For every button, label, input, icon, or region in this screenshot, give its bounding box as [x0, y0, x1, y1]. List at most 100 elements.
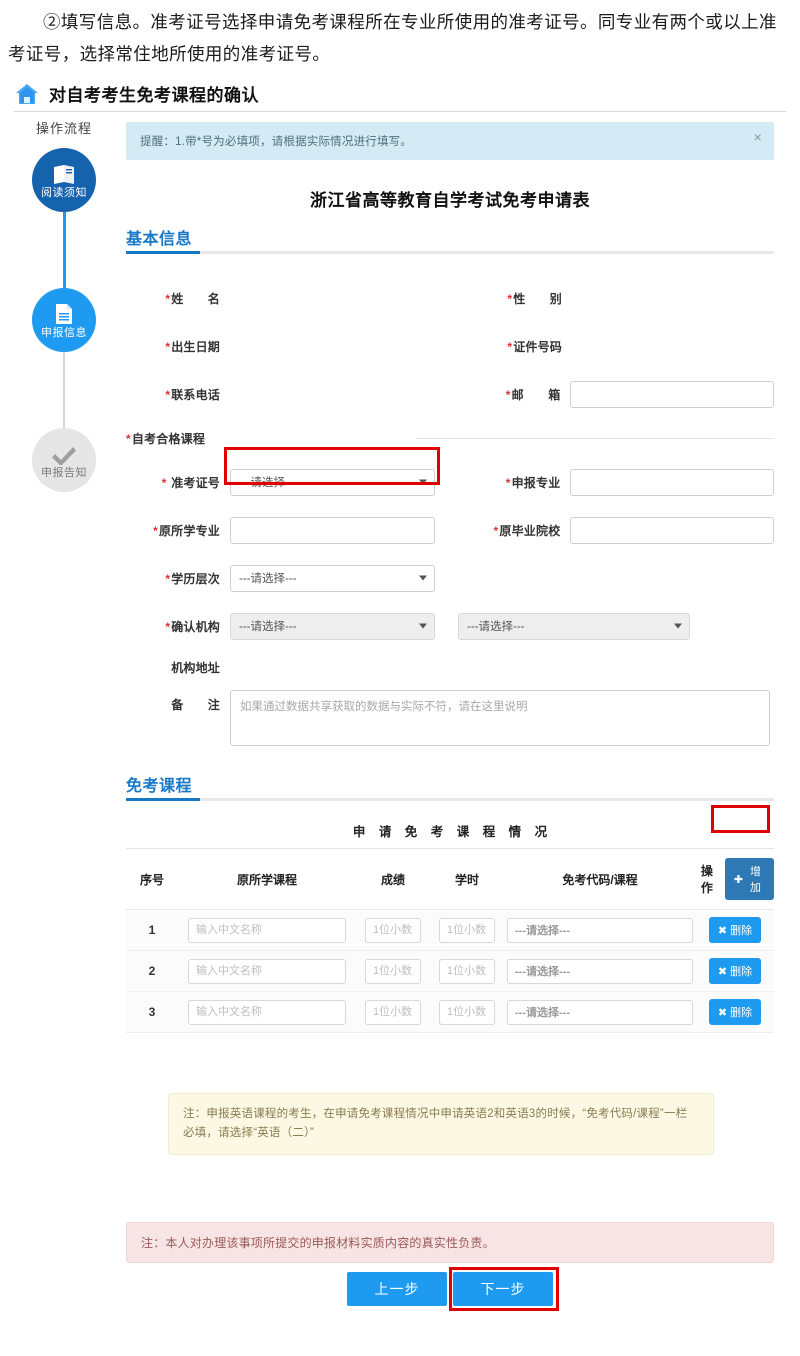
- page-title: 对自考考生免考课程的确认: [49, 86, 259, 105]
- original-school-input[interactable]: [570, 516, 774, 544]
- label-original-school-text: 原毕业院校: [499, 523, 561, 538]
- exempt-courses-table: 序号 原所学课程 成绩 学时 免考代码/课程 操作 ✚ 增加 1 输入中文名称 …: [126, 848, 774, 1033]
- label-apply-major-text: 申报专业: [511, 475, 561, 490]
- add-row-label: 增加: [750, 866, 762, 894]
- required-mark: *: [165, 387, 171, 402]
- intro-paragraph: ②填写信息。准考证号选择申请免考课程所在专业所使用的准考证号。同专业有两个或以上…: [0, 6, 800, 70]
- add-row-button[interactable]: ✚ 增加: [724, 858, 774, 900]
- cell-row-no: 3: [126, 991, 178, 1033]
- course-name-input[interactable]: [188, 917, 346, 943]
- label-exam-ticket-text: 准考证号: [171, 475, 220, 490]
- cell-exempt-code: ---请选择---: [504, 950, 696, 992]
- label-exam-ticket: * 准考证号: [126, 474, 230, 491]
- section-underline-active: [126, 798, 200, 801]
- score-input[interactable]: [365, 958, 421, 984]
- original-major-input[interactable]: [230, 516, 435, 544]
- delete-row-button[interactable]: ✖ 删除: [708, 917, 762, 943]
- app-header: 对自考考生免考课程的确认: [14, 76, 786, 112]
- label-org-address: 机构地址: [171, 660, 220, 675]
- chevron-down-icon: [419, 479, 427, 485]
- email-input[interactable]: [570, 380, 774, 408]
- required-mark: *: [165, 339, 171, 354]
- form-row-education-level: *学历层次 ---请选择---: [126, 554, 774, 602]
- next-step-button[interactable]: 下一步: [453, 1272, 553, 1306]
- score-input[interactable]: [365, 999, 421, 1025]
- label-gender-text: 性 别: [513, 291, 562, 306]
- section-underline-active: [126, 251, 200, 254]
- navigation-buttons: 上一步 下一步: [126, 1272, 774, 1306]
- confirm-org-select-primary[interactable]: ---请选择---: [230, 612, 435, 640]
- cell-operation: ✖ 删除: [696, 950, 774, 992]
- exam-ticket-select[interactable]: ---请选择---: [230, 468, 435, 496]
- flow-step-declare-info[interactable]: 申报信息: [8, 288, 120, 428]
- label-name-text: 姓 名: [171, 291, 220, 306]
- field-email: *邮 箱: [474, 380, 774, 408]
- exam-ticket-select-value: ---请选择---: [239, 477, 297, 489]
- reminder-text: 提醒：1.带*号为必填项，请根据实际情况进行填写。: [140, 136, 413, 148]
- required-mark: *: [165, 619, 171, 634]
- flow-step-circle: 申报告知: [32, 428, 96, 492]
- row-divider: [416, 438, 774, 439]
- exempt-code-select[interactable]: ---请选择---: [507, 999, 693, 1025]
- delete-row-button[interactable]: ✖ 删除: [708, 958, 762, 984]
- label-email: *邮 箱: [474, 386, 570, 403]
- label-confirm-org-text: 确认机构: [171, 619, 220, 634]
- form-title: 浙江省高等教育自学考试免考申请表: [310, 191, 590, 210]
- plus-icon: ✚: [733, 873, 744, 886]
- required-mark: *: [161, 475, 167, 490]
- exempt-code-select[interactable]: ---请选择---: [507, 917, 693, 943]
- field-original-school: *原毕业院校: [474, 516, 774, 544]
- flow-connector-2: [63, 352, 65, 428]
- confirm-org-select-secondary[interactable]: ---请选择---: [458, 612, 690, 640]
- label-phone-text: 联系电话: [171, 387, 220, 402]
- cell-operation: ✖ 删除: [696, 909, 774, 951]
- delete-row-button[interactable]: ✖ 删除: [708, 999, 762, 1025]
- basic-info-rows: *姓 名 *性 别 *出生日期 *证件号码 *联系电话 *邮 箱 *自考合格课程…: [126, 258, 774, 746]
- education-level-select-value: ---请选择---: [239, 573, 297, 585]
- col-header-course: 原所学课程: [178, 848, 356, 910]
- score-input[interactable]: [365, 917, 421, 943]
- form-row-phone-email: *联系电话 *邮 箱: [126, 370, 774, 418]
- cell-hours: [430, 909, 504, 951]
- hours-input[interactable]: [439, 999, 495, 1025]
- page-root: ②填写信息。准考证号选择申请免考课程所在专业所使用的准考证号。同专业有两个或以上…: [0, 0, 800, 1356]
- cell-hours: [430, 950, 504, 992]
- flow-step-declare-notice[interactable]: 申报告知: [8, 428, 120, 492]
- cell-exempt-code: ---请选择---: [504, 991, 696, 1033]
- course-name-input[interactable]: [188, 958, 346, 984]
- form-panel: 提醒：1.带*号为必填项，请根据实际情况进行填写。 × 浙江省高等教育自学考试免…: [126, 122, 774, 1033]
- label-birthdate: *出生日期: [126, 338, 230, 355]
- hours-input[interactable]: [439, 958, 495, 984]
- document-icon: [53, 301, 75, 326]
- label-name: *姓 名: [126, 290, 230, 307]
- form-row-remark: 备 注: [126, 690, 774, 746]
- course-name-input[interactable]: [188, 999, 346, 1025]
- delete-row-label: 删除: [730, 966, 753, 978]
- cell-operation: ✖ 删除: [696, 991, 774, 1033]
- hours-input[interactable]: [439, 917, 495, 943]
- cell-score: [356, 909, 430, 951]
- responsibility-note: 注：本人对办理该事项所提交的申报材料实质内容的真实性负责。: [126, 1222, 774, 1263]
- cell-course-name: [178, 950, 356, 992]
- previous-step-button[interactable]: 上一步: [347, 1272, 447, 1306]
- col-header-no: 序号: [126, 848, 178, 910]
- cell-exempt-code: ---请选择---: [504, 909, 696, 951]
- cell-score: [356, 991, 430, 1033]
- cell-row-no: 2: [126, 950, 178, 992]
- book-icon: [51, 161, 77, 186]
- exempt-code-select-value: ---请选择---: [515, 966, 570, 978]
- flow-step-read-notice[interactable]: 阅读须知: [8, 148, 120, 288]
- label-education-level: *学历层次: [126, 570, 230, 587]
- close-icon[interactable]: ×: [754, 130, 762, 144]
- exempt-code-select[interactable]: ---请选择---: [507, 958, 693, 984]
- required-mark: *: [165, 571, 171, 586]
- table-caption: 申 请 免 考 课 程 情 况: [352, 825, 553, 839]
- form-row-origmajor-origschool: *原所学专业 *原毕业院校: [126, 506, 774, 554]
- times-icon: ✖: [717, 924, 728, 937]
- field-confirm-org-secondary: ---请选择---: [458, 612, 774, 640]
- flow-step-circle: 阅读须知: [32, 148, 96, 212]
- reminder-alert: 提醒：1.带*号为必填项，请根据实际情况进行填写。 ×: [126, 122, 774, 160]
- remark-textarea[interactable]: [230, 690, 770, 746]
- education-level-select[interactable]: ---请选择---: [230, 564, 435, 592]
- cell-hours: [430, 991, 504, 1033]
